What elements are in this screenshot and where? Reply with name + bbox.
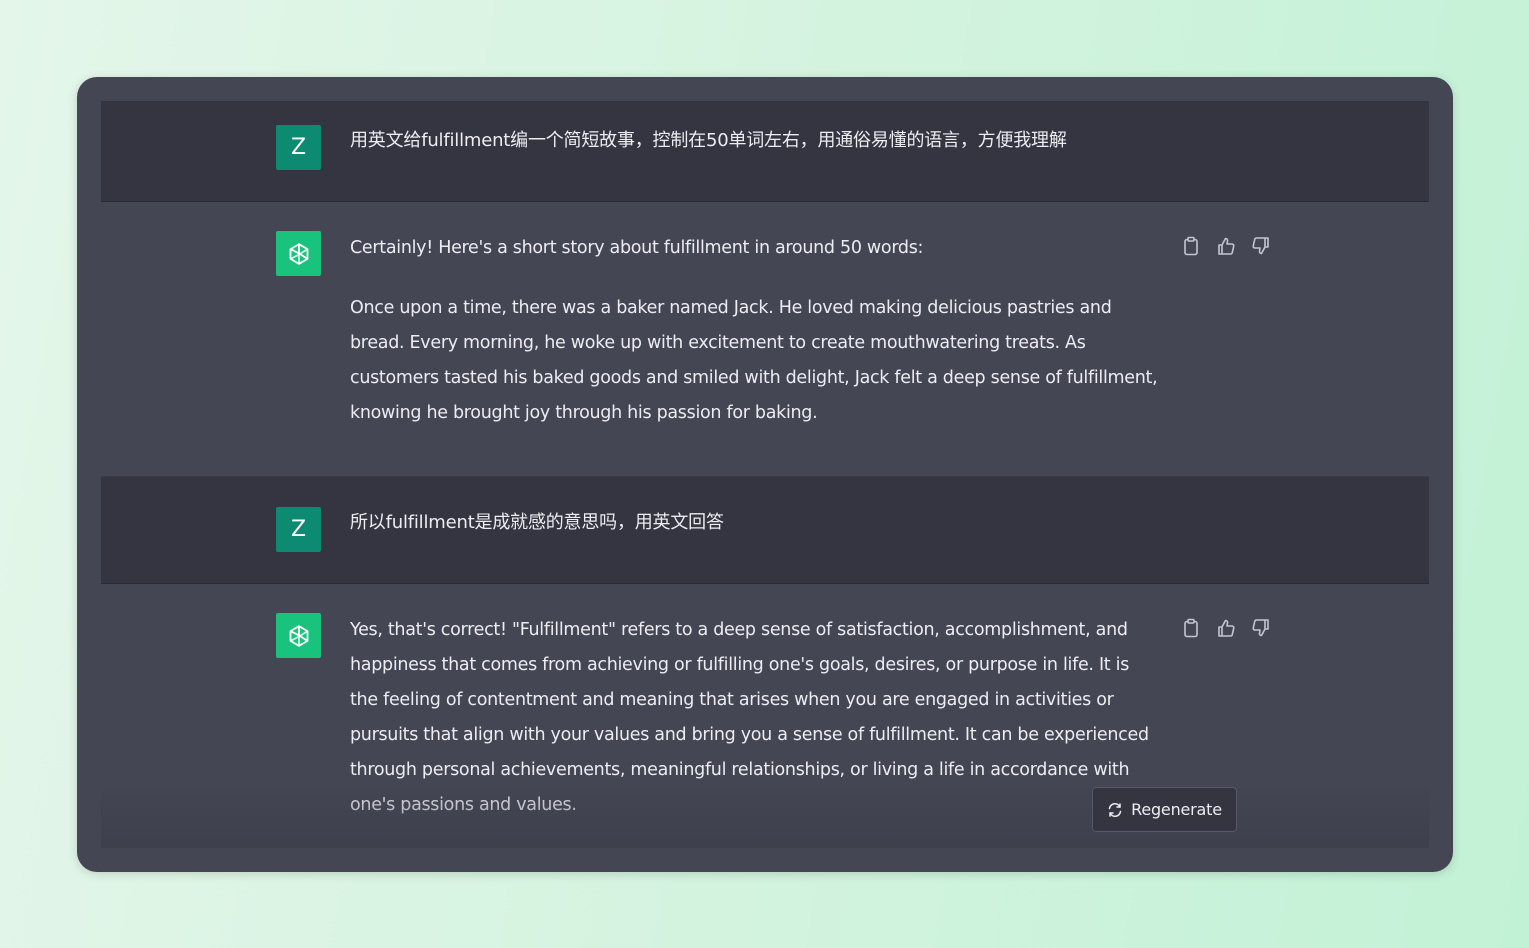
assistant-message-text: Yes, that's correct! "Fulfillment" refer… [350,613,1160,823]
assistant-message-text: Certainly! Here's a short story about fu… [350,231,1160,431]
message-paragraph: 所以fulfillment是成就感的意思吗，用英文回答 [350,512,724,533]
refresh-icon [1108,802,1122,817]
assistant-avatar [276,613,321,658]
copy-button[interactable] [1181,236,1201,256]
clipboard-icon [1184,236,1198,256]
user-message-text: 所以fulfillment是成就感的意思吗，用英文回答 [350,505,1160,540]
thumbs-up-icon [1218,237,1235,255]
message-paragraph: Once upon a time, there was a baker name… [350,298,1158,423]
assistant-avatar [276,231,321,276]
user-avatar: Z [276,507,321,552]
regenerate-button[interactable]: Regenerate [1092,787,1237,832]
message-actions [1181,618,1271,638]
thumbs-up-icon [1218,619,1235,637]
clipboard-icon [1184,618,1198,638]
thumbs-down-button[interactable] [1251,236,1271,256]
user-message: Z 用英文给fulfillment编一个简短故事，控制在50单词左右，用通俗易懂… [101,101,1429,202]
thumbs-up-button[interactable] [1216,618,1236,638]
copy-button[interactable] [1181,618,1201,638]
user-avatar-letter: Z [290,135,307,160]
user-avatar: Z [276,125,321,170]
openai-logo-icon [289,624,308,647]
thumbs-down-button[interactable] [1251,618,1271,638]
thumbs-up-button[interactable] [1216,236,1236,256]
assistant-message: Certainly! Here's a short story about fu… [101,202,1429,477]
chat-window: Z 用英文给fulfillment编一个简短故事，控制在50单词左右，用通俗易懂… [77,77,1453,872]
conversation: Z 用英文给fulfillment编一个简短故事，控制在50单词左右，用通俗易懂… [101,101,1429,848]
user-message: Z 所以fulfillment是成就感的意思吗，用英文回答 [101,477,1429,584]
thumbs-down-icon [1252,619,1269,637]
message-actions [1181,236,1271,256]
user-avatar-letter: Z [290,517,307,542]
regenerate-label: Regenerate [1131,800,1222,819]
user-message-text: 用英文给fulfillment编一个简短故事，控制在50单词左右，用通俗易懂的语… [350,123,1160,158]
openai-logo-icon [289,242,308,265]
thumbs-down-icon [1252,237,1269,255]
message-paragraph: Certainly! Here's a short story about fu… [350,238,924,258]
message-paragraph: Yes, that's correct! "Fulfillment" refer… [350,620,1149,815]
message-paragraph: 用英文给fulfillment编一个简短故事，控制在50单词左右，用通俗易懂的语… [350,130,1067,151]
